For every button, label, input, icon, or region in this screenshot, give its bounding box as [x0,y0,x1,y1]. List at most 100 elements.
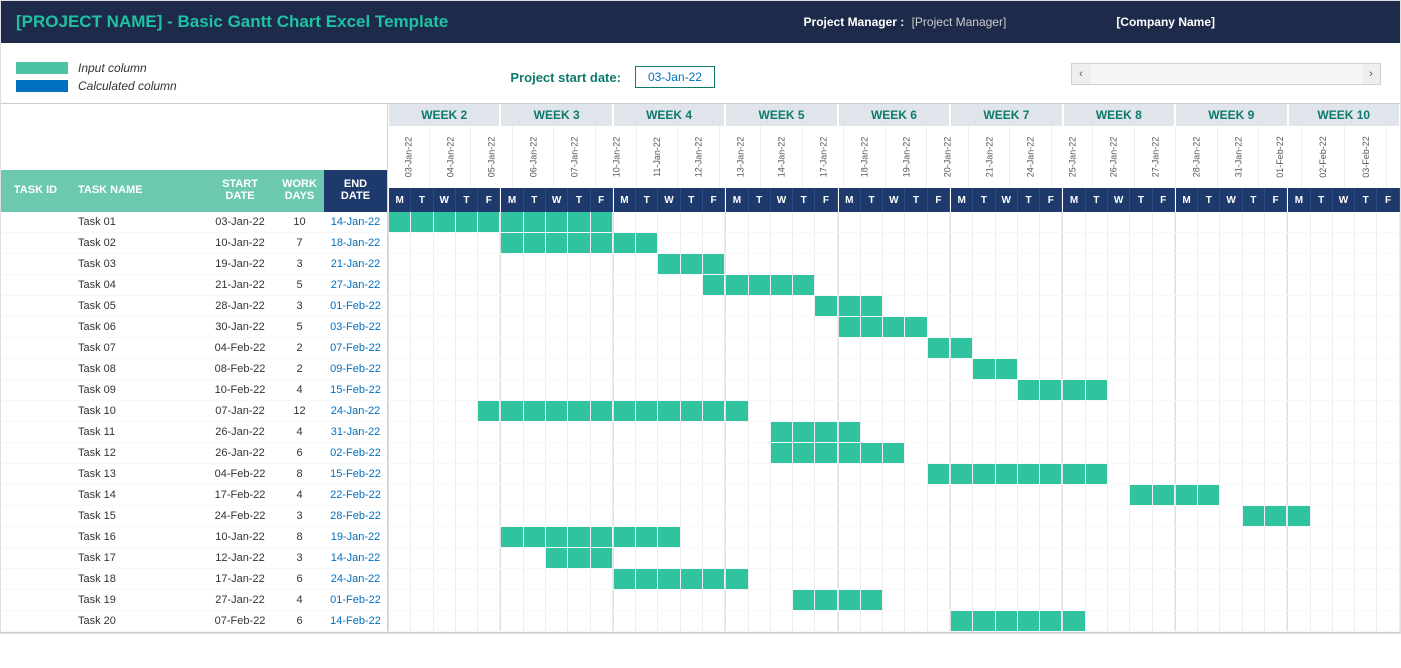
task-name-cell[interactable]: Task 15 [70,510,205,522]
task-columns: TASK IDTASK NAMESTART DATEWORK DAYSEND D… [1,104,388,632]
task-start-cell[interactable]: 17-Feb-22 [205,489,275,501]
task-name-cell[interactable]: Task 08 [70,363,205,375]
task-work-cell[interactable]: 5 [275,321,324,333]
task-row[interactable]: Task 0528-Jan-22301-Feb-22 [1,296,387,317]
task-name-cell[interactable]: Task 10 [70,405,205,417]
gantt-empty-cell [658,548,680,568]
task-name-cell[interactable]: Task 02 [70,237,205,249]
task-row[interactable]: Task 1524-Feb-22328-Feb-22 [1,506,387,527]
gantt-empty-cell [500,359,523,379]
task-row[interactable]: Task 1126-Jan-22431-Jan-22 [1,422,387,443]
task-name-cell[interactable]: Task 13 [70,468,205,480]
task-row[interactable]: Task 1712-Jan-22314-Jan-22 [1,548,387,569]
task-row[interactable]: Task 0210-Jan-22718-Jan-22 [1,233,387,254]
task-name-cell[interactable]: Task 05 [70,300,205,312]
task-start-cell[interactable]: 30-Jan-22 [205,321,275,333]
task-row[interactable]: Task 0319-Jan-22321-Jan-22 [1,254,387,275]
task-work-cell[interactable]: 2 [275,363,324,375]
task-row[interactable]: Task 0910-Feb-22415-Feb-22 [1,380,387,401]
task-work-cell[interactable]: 3 [275,552,324,564]
task-row[interactable]: Task 1417-Feb-22422-Feb-22 [1,485,387,506]
task-start-cell[interactable]: 21-Jan-22 [205,279,275,291]
task-row[interactable]: Task 1226-Jan-22602-Feb-22 [1,443,387,464]
task-name-cell[interactable]: Task 11 [70,426,205,438]
task-name-cell[interactable]: Task 18 [70,573,205,585]
task-row[interactable]: Task 0103-Jan-221014-Jan-22 [1,212,387,233]
task-start-cell[interactable]: 24-Feb-22 [205,510,275,522]
task-name-cell[interactable]: Task 03 [70,258,205,270]
task-start-cell[interactable]: 19-Jan-22 [205,258,275,270]
task-start-cell[interactable]: 12-Jan-22 [205,552,275,564]
gantt-empty-cell [1377,464,1399,484]
gantt-empty-cell [1311,359,1333,379]
task-row[interactable]: Task 0808-Feb-22209-Feb-22 [1,359,387,380]
task-name-cell[interactable]: Task 17 [70,552,205,564]
task-row[interactable]: Task 1304-Feb-22815-Feb-22 [1,464,387,485]
task-work-cell[interactable]: 3 [275,258,324,270]
task-name-cell[interactable]: Task 16 [70,531,205,543]
gantt-bar-cell [771,422,793,442]
task-start-cell[interactable]: 17-Jan-22 [205,573,275,585]
task-start-cell[interactable]: 07-Feb-22 [205,615,275,627]
task-start-cell[interactable]: 04-Feb-22 [205,342,275,354]
task-row[interactable]: Task 0704-Feb-22207-Feb-22 [1,338,387,359]
task-start-cell[interactable]: 27-Jan-22 [205,594,275,606]
pm-value[interactable]: [Project Manager] [912,15,1007,29]
task-work-cell[interactable]: 4 [275,384,324,396]
task-start-cell[interactable]: 10-Feb-22 [205,384,275,396]
start-date-value[interactable]: 03-Jan-22 [635,66,715,88]
task-row[interactable]: Task 1927-Jan-22401-Feb-22 [1,590,387,611]
scroll-right-button[interactable]: › [1362,64,1380,84]
task-start-cell[interactable]: 28-Jan-22 [205,300,275,312]
scroll-left-button[interactable]: ‹ [1072,64,1090,84]
task-row[interactable]: Task 0630-Jan-22503-Feb-22 [1,317,387,338]
gantt-empty-cell [478,422,500,442]
task-work-cell[interactable]: 10 [275,216,324,228]
gantt-empty-cell [950,527,973,547]
task-start-cell[interactable]: 10-Jan-22 [205,237,275,249]
task-row[interactable]: Task 1007-Jan-221224-Jan-22 [1,401,387,422]
task-work-cell[interactable]: 5 [275,279,324,291]
task-name-cell[interactable]: Task 07 [70,342,205,354]
task-row[interactable]: Task 2007-Feb-22614-Feb-22 [1,611,387,632]
task-start-cell[interactable]: 04-Feb-22 [205,468,275,480]
gantt-empty-cell [478,485,500,505]
task-start-cell[interactable]: 07-Jan-22 [205,405,275,417]
task-name-cell[interactable]: Task 09 [70,384,205,396]
task-work-cell[interactable]: 6 [275,447,324,459]
task-start-cell[interactable]: 26-Jan-22 [205,447,275,459]
task-row[interactable]: Task 1610-Jan-22819-Jan-22 [1,527,387,548]
task-name-cell[interactable]: Task 06 [70,321,205,333]
task-work-cell[interactable]: 3 [275,510,324,522]
gantt-empty-cell [658,464,680,484]
task-work-cell[interactable]: 7 [275,237,324,249]
task-row[interactable]: Task 0421-Jan-22527-Jan-22 [1,275,387,296]
task-start-cell[interactable]: 10-Jan-22 [205,531,275,543]
task-work-cell[interactable]: 12 [275,405,324,417]
task-start-cell[interactable]: 03-Jan-22 [205,216,275,228]
task-work-cell[interactable]: 6 [275,573,324,585]
gantt-empty-cell [1287,527,1310,547]
task-name-cell[interactable]: Task 19 [70,594,205,606]
task-work-cell[interactable]: 8 [275,531,324,543]
task-work-cell[interactable]: 2 [275,342,324,354]
gantt-bar-cell [950,611,973,631]
task-name-cell[interactable]: Task 12 [70,447,205,459]
task-work-cell[interactable]: 3 [275,300,324,312]
task-work-cell[interactable]: 4 [275,426,324,438]
task-work-cell[interactable]: 8 [275,468,324,480]
task-work-cell[interactable]: 6 [275,615,324,627]
task-name-cell[interactable]: Task 20 [70,615,205,627]
task-name-cell[interactable]: Task 04 [70,279,205,291]
company-name[interactable]: [Company Name] [1116,15,1215,29]
gantt-empty-cell [1265,401,1287,421]
task-start-cell[interactable]: 08-Feb-22 [205,363,275,375]
gantt-row [388,548,1400,569]
gantt-scroll[interactable]: ‹ › [1071,63,1381,85]
task-work-cell[interactable]: 4 [275,594,324,606]
task-name-cell[interactable]: Task 01 [70,216,205,228]
task-work-cell[interactable]: 4 [275,489,324,501]
task-start-cell[interactable]: 26-Jan-22 [205,426,275,438]
task-row[interactable]: Task 1817-Jan-22624-Jan-22 [1,569,387,590]
task-name-cell[interactable]: Task 14 [70,489,205,501]
